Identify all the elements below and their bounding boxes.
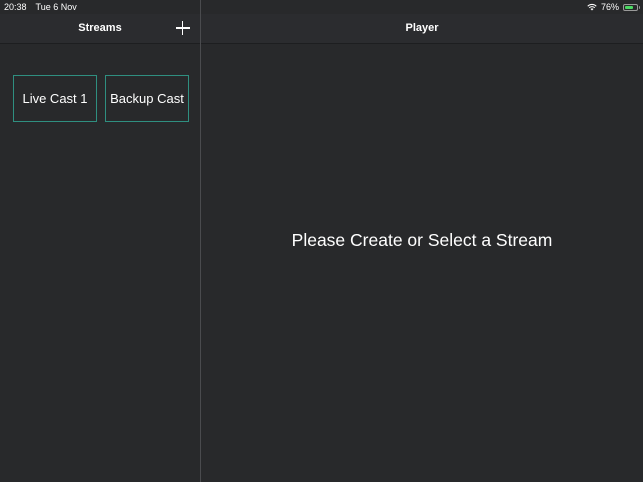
stream-item[interactable]: Backup Cast: [105, 75, 189, 122]
empty-state-message: Please Create or Select a Stream: [291, 230, 553, 250]
player-nav-bar: Player: [201, 14, 643, 44]
status-bar: 20:38 Tue 6 Nov 76%: [0, 0, 643, 14]
status-date: Tue 6 Nov: [35, 2, 77, 12]
stream-list: Live Cast 1 Backup Cast: [13, 75, 189, 122]
wifi-icon: [587, 4, 597, 11]
stream-item[interactable]: Live Cast 1: [13, 75, 97, 122]
sidebar-nav-bar: Streams: [0, 14, 200, 44]
streams-sidebar: Streams Live Cast 1 Backup Cast: [0, 0, 201, 482]
status-time: 20:38: [4, 2, 27, 12]
sidebar-title: Streams: [78, 22, 122, 34]
add-stream-button[interactable]: [176, 21, 190, 35]
app-screen: Streams Live Cast 1 Backup Cast Player P…: [0, 0, 643, 482]
battery-icon: [623, 3, 640, 11]
player-title: Player: [405, 22, 439, 34]
battery-level-fill: [625, 5, 633, 9]
battery-percent: 76%: [600, 2, 619, 12]
player-pane: Player Please Create or Select a Stream: [201, 0, 643, 482]
